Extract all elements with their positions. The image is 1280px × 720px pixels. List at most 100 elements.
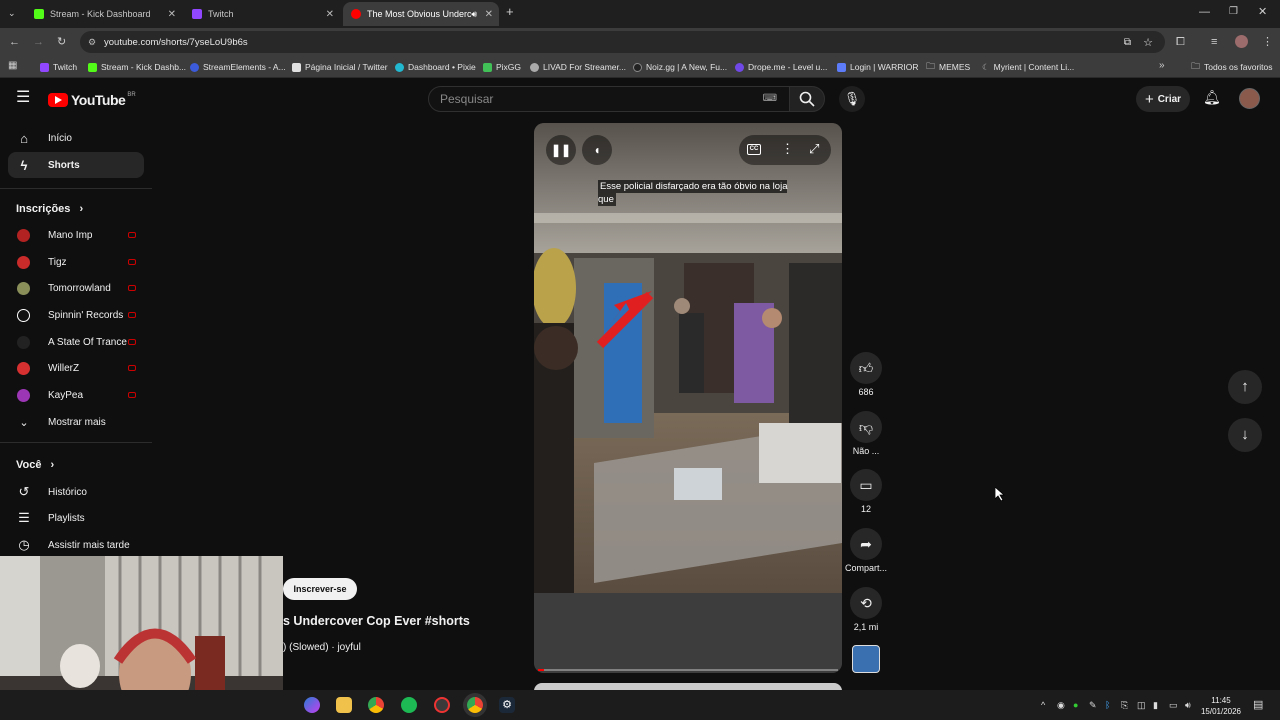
sidebar-item-history[interactable]: ↺ Histórico (8, 479, 144, 505)
clock[interactable]: 11:45 15/01/2026 (1197, 695, 1245, 717)
sound-thumbnail[interactable] (852, 645, 880, 673)
subscribe-button[interactable]: Inscrever-se (283, 578, 357, 600)
restore-icon[interactable]: ❐ (1229, 6, 1238, 18)
sidebar-channel-mano-imp[interactable]: Mano Imp (8, 222, 144, 248)
volume-tray-icon[interactable]: 🔊︎ (1185, 700, 1191, 711)
remix-button[interactable]: ⟲ 2,1 mi (850, 587, 882, 632)
bookmark-pixie[interactable]: Dashboard • Pixie (395, 60, 476, 74)
tray-app-icon[interactable]: ● (1073, 700, 1078, 710)
minimize-icon[interactable]: — (1199, 6, 1210, 18)
sidebar-channel-a-state-of-trance[interactable]: A State Of Trance (8, 329, 144, 355)
sidebar-item-watch-later[interactable]: ◷ Assistir mais tarde (8, 532, 144, 558)
bookmark-folder-memes[interactable]: 🗀︎ MEMES (926, 60, 970, 74)
tray-device-icon[interactable]: ◫ (1137, 700, 1146, 711)
tray-steam-icon[interactable]: ◉ (1057, 700, 1065, 711)
account-avatar[interactable] (1239, 88, 1260, 109)
voice-search-button[interactable]: 🎙︎ (839, 86, 865, 112)
cast-icon[interactable]: ⧉ (1124, 37, 1131, 48)
next-short-button[interactable]: ↓ (1228, 418, 1262, 452)
closed-captions-icon[interactable]: CC (747, 144, 761, 155)
channel-name: Spinnin' Records (48, 309, 124, 321)
sidebar-channel-kaypea[interactable]: KayPea (8, 382, 144, 408)
tab-search-icon[interactable]: ⌄ (8, 7, 16, 19)
forward-icon[interactable]: → (33, 36, 44, 48)
menu-hamburger-icon[interactable]: ☰ (16, 90, 30, 106)
sidebar-item-shorts[interactable]: ϟ Shorts (8, 152, 144, 178)
volume-button[interactable]: ◖ (582, 135, 612, 165)
obs-icon[interactable] (434, 697, 450, 713)
search-button[interactable] (789, 86, 825, 112)
new-tab-button[interactable]: + (506, 5, 514, 18)
sidebar-channel-willerz[interactable]: WillerZ (8, 355, 144, 381)
bookmark-drope[interactable]: Drope.me - Level u... (735, 60, 827, 74)
pause-button[interactable]: ❚❚ (546, 135, 576, 165)
bookmark-warrior[interactable]: Login | WARRIOR (837, 60, 919, 74)
network-icon[interactable]: ▭ (1169, 700, 1178, 711)
notification-center-icon[interactable]: ▤ (1253, 698, 1263, 711)
video-music[interactable]: ) (Slowed) · joyful (283, 642, 361, 653)
profile-avatar[interactable] (1235, 35, 1248, 48)
bookmark-livad[interactable]: LIVAD For Streamer... (530, 60, 626, 74)
copilot-icon[interactable] (304, 697, 320, 713)
bookmark-noiz[interactable]: Noiz.gg | A New, Fu... (633, 60, 727, 74)
youtube-logo[interactable]: YouTube BR (48, 92, 136, 108)
bluetooth-icon[interactable]: ᛒ (1105, 700, 1110, 710)
close-tab-icon[interactable]: ✕ (485, 9, 493, 20)
bookmark-kick[interactable]: Stream - Kick Dashb... (88, 60, 186, 74)
more-bookmarks-icon[interactable]: » (1159, 60, 1165, 72)
create-button[interactable]: + Criar (1136, 86, 1190, 112)
tray-mic-icon[interactable]: ▮ (1153, 700, 1158, 711)
channel-name: Tomorrowland (48, 282, 111, 294)
you-header[interactable]: Você › (16, 459, 54, 471)
chrome-icon[interactable] (368, 697, 384, 713)
previous-short-button[interactable]: ↑ (1228, 370, 1262, 404)
back-icon[interactable]: ← (9, 36, 20, 48)
site-info-icon[interactable]: ⚙ (88, 37, 96, 48)
apps-grid-icon[interactable]: ▦ (8, 60, 17, 72)
close-tab-icon[interactable]: ✕ (168, 9, 176, 20)
tray-pen-icon[interactable]: ✎ (1089, 700, 1097, 711)
steam-icon[interactable]: ⚙ (499, 697, 515, 713)
sidebar-item-home[interactable]: ⌂ Início (8, 125, 144, 151)
tab-twitch[interactable]: Twitch ✕ (184, 2, 340, 26)
fullscreen-icon[interactable]: ⤢ (809, 141, 819, 157)
address-bar[interactable]: ⚙ youtube.com/shorts/7yseLoU9b6s ⧉ ☆ (80, 31, 1165, 53)
bookmark-twitch[interactable]: Twitch (40, 60, 77, 74)
browser-menu-icon[interactable]: ⋮ (1262, 36, 1273, 48)
video-title[interactable]: s Undercover Cop Ever #shorts (283, 614, 470, 628)
reload-icon[interactable]: ↻ (57, 36, 66, 48)
close-window-icon[interactable]: ✕ (1258, 6, 1267, 18)
close-tab-icon[interactable]: ✕ (326, 9, 334, 20)
share-button[interactable]: ➦ Compart... (845, 528, 887, 573)
all-bookmarks-folder[interactable]: 🗀︎ Todos os favoritos (1191, 60, 1273, 74)
tab-youtube-active[interactable]: The Most Obvious Underco 🔊︎ ✕ (343, 2, 499, 26)
progress-bar[interactable] (538, 669, 838, 671)
spotify-icon[interactable] (401, 697, 417, 713)
bookmark-star-icon[interactable]: ☆ (1143, 36, 1153, 49)
more-options-icon[interactable]: ⋮ (781, 142, 794, 156)
like-button[interactable]: 👍︎ 686 (850, 352, 882, 397)
sidebar-item-playlists[interactable]: ☰ Playlists (8, 505, 144, 531)
dislike-button[interactable]: 👎︎ Não ... (850, 411, 882, 456)
bookmark-pixgg[interactable]: PixGG (483, 60, 521, 74)
extensions-icon[interactable]: ⧠ (1176, 36, 1185, 48)
keyboard-icon[interactable]: ⌨ (763, 87, 777, 111)
sidebar-channel-tomorrowland[interactable]: Tomorrowland (8, 275, 144, 301)
subscriptions-header[interactable]: Inscrições › (16, 203, 83, 215)
media-controls-icon[interactable]: ≡ (1211, 36, 1217, 48)
notifications-bell-icon[interactable]: 🔔︎ (1203, 89, 1221, 106)
file-explorer-icon[interactable] (336, 697, 352, 713)
bookmark-twitter[interactable]: Página Inicial / Twitter (292, 60, 388, 74)
bookmark-streamelements[interactable]: StreamElements - A... (190, 60, 286, 74)
search-input[interactable]: Pesquisar ⌨ (428, 86, 790, 112)
tray-misc-icon[interactable]: ⎘ (1121, 700, 1128, 711)
sidebar-channel-tigz[interactable]: Tigz (8, 249, 144, 275)
comments-button[interactable]: ▭ 12 (850, 469, 882, 514)
sidebar-item-show-more[interactable]: ⌄ Mostrar mais (8, 409, 144, 435)
tab-kick-dashboard[interactable]: Stream - Kick Dashboard ✕ (26, 2, 182, 26)
tray-overflow-icon[interactable]: ^ (1041, 700, 1045, 710)
sidebar-channel-spinnin-records[interactable]: Spinnin' Records (8, 302, 144, 328)
audio-playing-icon[interactable]: 🔊︎ (471, 9, 477, 20)
bookmark-myrient[interactable]: ☾ Myrient | Content Li... (982, 60, 1074, 74)
chrome-active-icon[interactable] (467, 697, 483, 713)
